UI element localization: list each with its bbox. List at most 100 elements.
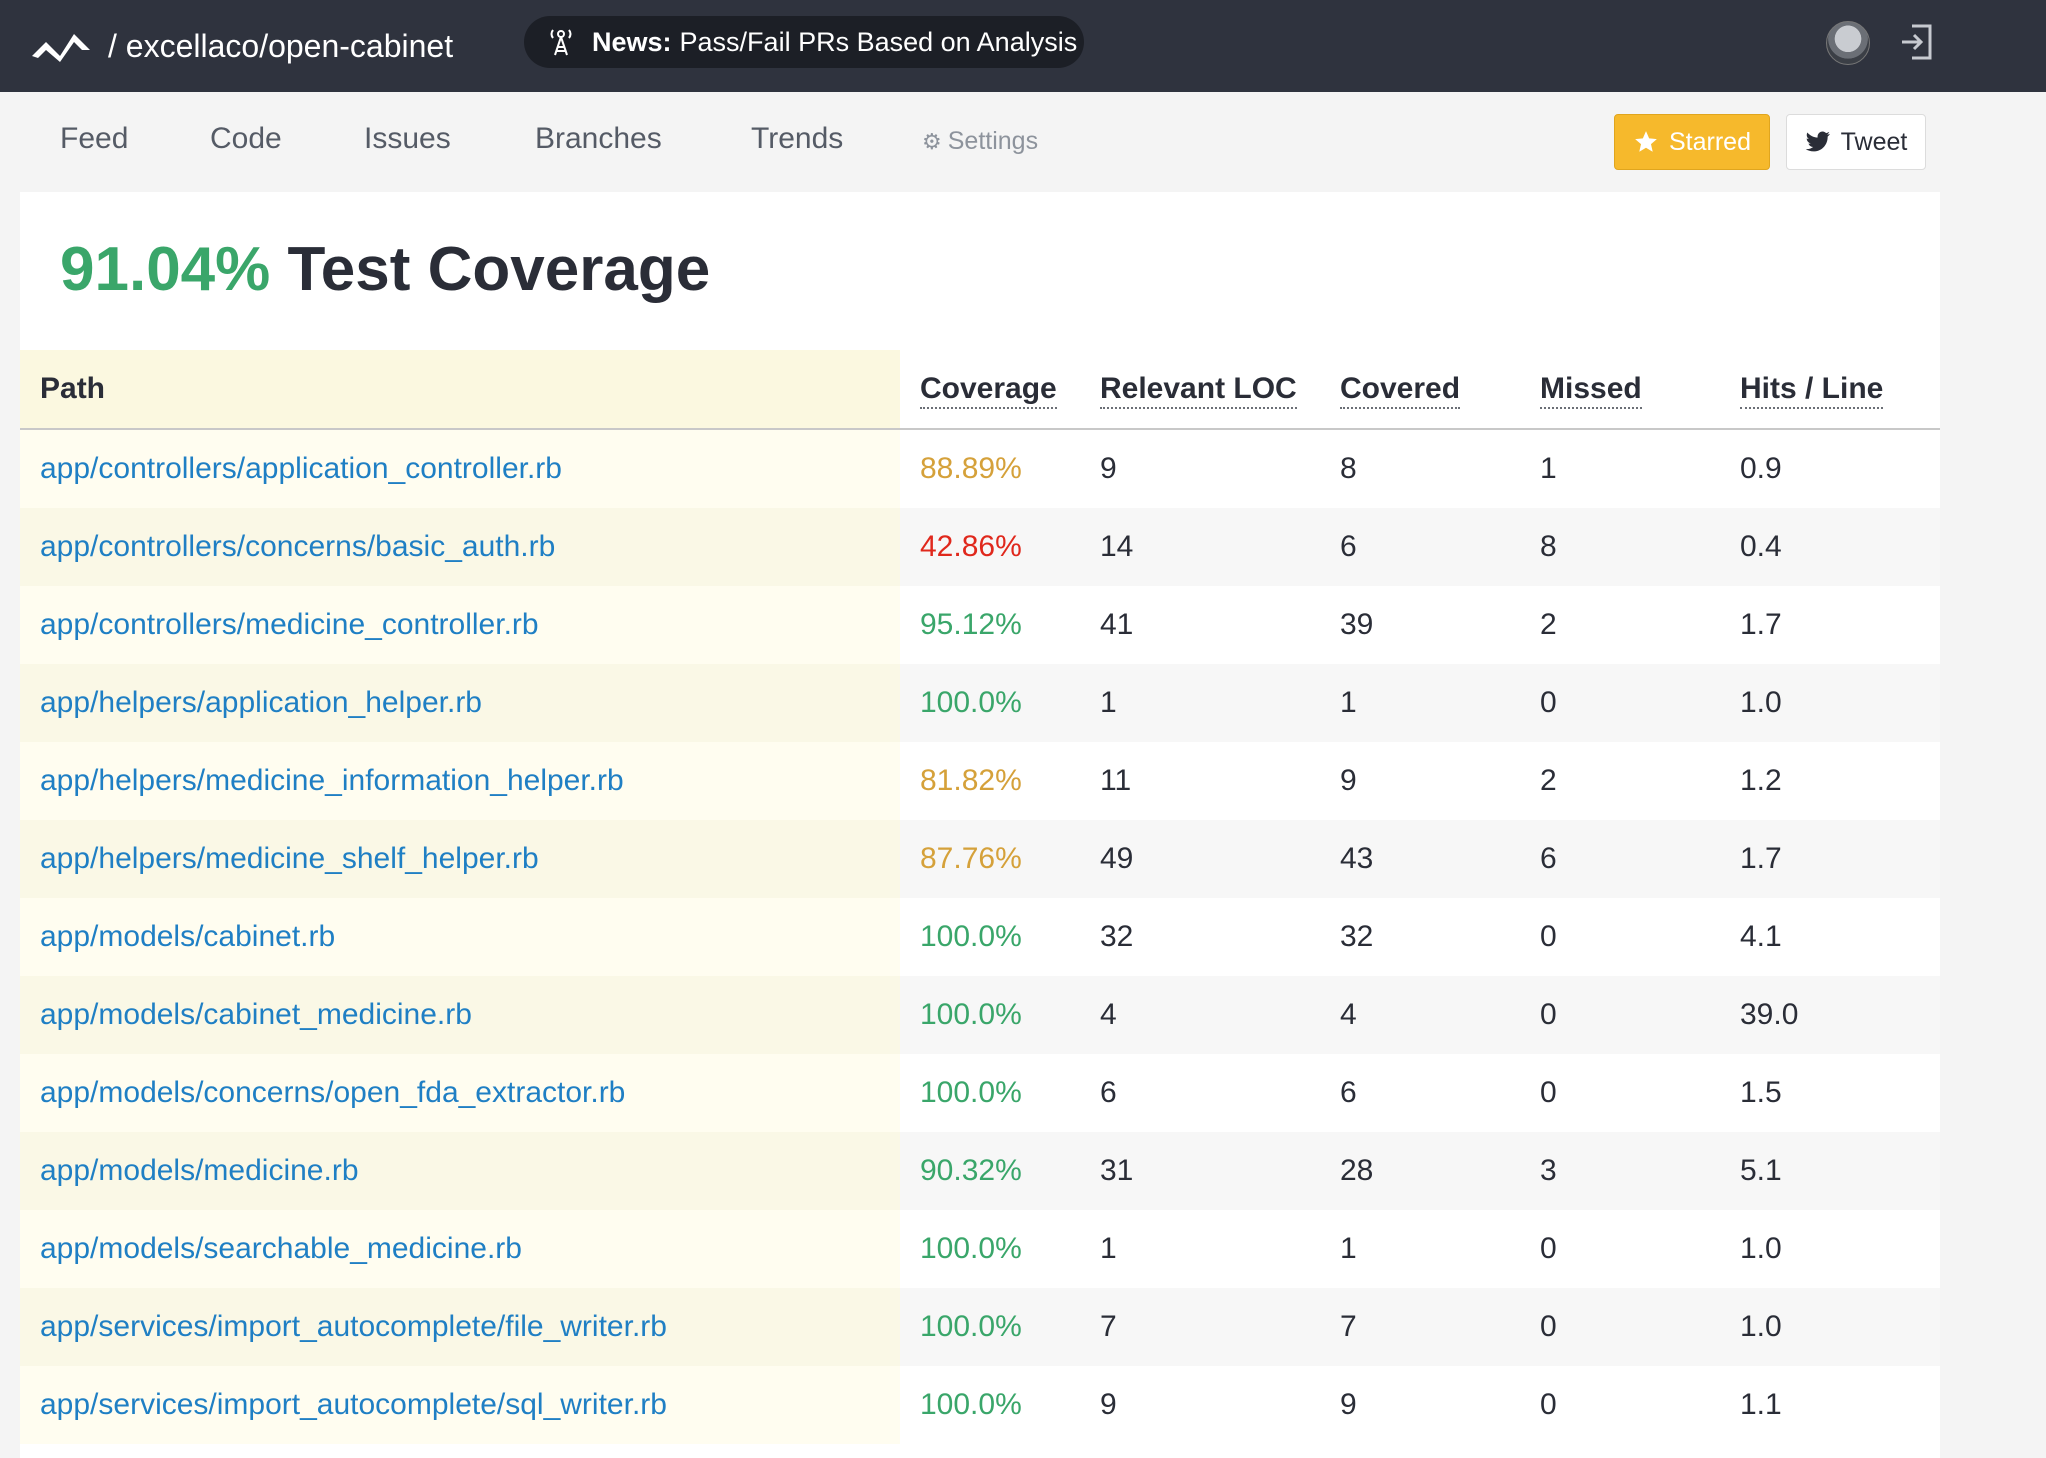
coverage-cell: 100.0% bbox=[900, 1288, 1100, 1366]
coverage-cell: 100.0% bbox=[900, 898, 1100, 976]
file-path-cell: app/controllers/concerns/basic_auth.rb bbox=[20, 508, 900, 586]
covered-cell: 28 bbox=[1340, 1132, 1540, 1210]
file-path-link[interactable]: app/models/cabinet.rb bbox=[40, 920, 335, 953]
file-path-link[interactable]: app/helpers/medicine_information_helper.… bbox=[40, 764, 624, 797]
missed-cell: 8 bbox=[1540, 508, 1740, 586]
file-path-cell: app/services/import_autocomplete/sql_wri… bbox=[20, 1366, 900, 1444]
coverage-cell: 81.82% bbox=[900, 742, 1100, 820]
hits-per-line-cell: 5.1 bbox=[1740, 1132, 1940, 1210]
relevant-loc-cell: 41 bbox=[1100, 586, 1340, 664]
file-path-link[interactable]: app/services/import_autocomplete/file_wr… bbox=[40, 1310, 667, 1343]
relevant-loc-cell: 49 bbox=[1100, 820, 1340, 898]
file-path-cell: app/models/cabinet.rb bbox=[20, 898, 900, 976]
column-header-coverage[interactable]: Coverage bbox=[900, 350, 1100, 430]
relevant-loc-cell: 11 bbox=[1100, 742, 1340, 820]
file-path-link[interactable]: app/controllers/medicine_controller.rb bbox=[40, 608, 539, 641]
table-row: app/models/medicine.rb 90.32% 31 28 3 5.1 bbox=[20, 1132, 1940, 1210]
covered-cell: 43 bbox=[1340, 820, 1540, 898]
nav-branches[interactable]: Branches bbox=[535, 122, 662, 156]
file-path-cell: app/models/cabinet_medicine.rb bbox=[20, 976, 900, 1054]
relevant-loc-cell: 32 bbox=[1100, 898, 1340, 976]
hits-per-line-cell: 1.0 bbox=[1740, 1288, 1940, 1366]
file-path-link[interactable]: app/models/cabinet_medicine.rb bbox=[40, 998, 472, 1031]
nav-settings[interactable]: ⚙ Settings bbox=[922, 127, 1038, 156]
sign-in-icon[interactable] bbox=[1898, 22, 1934, 62]
missed-cell: 6 bbox=[1540, 820, 1740, 898]
file-path-link[interactable]: app/services/import_autocomplete/sql_wri… bbox=[40, 1388, 667, 1421]
column-header-hits-per-line[interactable]: Hits / Line bbox=[1740, 350, 1940, 430]
user-avatar[interactable] bbox=[1826, 21, 1870, 65]
covered-cell: 6 bbox=[1340, 1054, 1540, 1132]
tower-icon bbox=[550, 29, 572, 56]
covered-cell: 1 bbox=[1340, 1210, 1540, 1288]
news-label: News: bbox=[592, 26, 672, 57]
twitter-bird-icon bbox=[1805, 131, 1830, 152]
covered-cell: 1 bbox=[1340, 664, 1540, 742]
gear-icon: ⚙ bbox=[922, 129, 942, 154]
nav-code[interactable]: Code bbox=[210, 122, 282, 156]
relevant-loc-cell: 31 bbox=[1100, 1132, 1340, 1210]
tweet-button[interactable]: Tweet bbox=[1786, 114, 1926, 170]
nav-issues[interactable]: Issues bbox=[364, 122, 451, 156]
relevant-loc-cell: 1 bbox=[1100, 1210, 1340, 1288]
file-path-link[interactable]: app/controllers/concerns/basic_auth.rb bbox=[40, 530, 555, 563]
covered-cell: 8 bbox=[1340, 429, 1540, 508]
file-path-link[interactable]: app/models/searchable_medicine.rb bbox=[40, 1232, 522, 1265]
hits-per-line-cell: 0.4 bbox=[1740, 508, 1940, 586]
nav-trends[interactable]: Trends bbox=[751, 122, 843, 156]
relevant-loc-cell: 9 bbox=[1100, 1366, 1340, 1444]
coverage-title: Test Coverage bbox=[287, 235, 711, 304]
missed-cell: 0 bbox=[1540, 1210, 1740, 1288]
coverage-cell: 88.89% bbox=[900, 429, 1100, 508]
file-path-link[interactable]: app/models/medicine.rb bbox=[40, 1154, 359, 1187]
file-path-link[interactable]: app/helpers/application_helper.rb bbox=[40, 686, 482, 719]
table-row: app/controllers/application_controller.r… bbox=[20, 429, 1940, 508]
coverage-cell: 100.0% bbox=[900, 976, 1100, 1054]
column-header-relevant-loc[interactable]: Relevant LOC bbox=[1100, 350, 1340, 430]
coverage-panel: 91.04% Test Coverage Path Coverage Relev… bbox=[20, 192, 1940, 1458]
hits-per-line-cell: 1.2 bbox=[1740, 742, 1940, 820]
repo-breadcrumb[interactable]: / excellaco/open-cabinet bbox=[108, 20, 453, 72]
file-path-cell: app/helpers/application_helper.rb bbox=[20, 664, 900, 742]
file-path-link[interactable]: app/models/concerns/open_fda_extractor.r… bbox=[40, 1076, 625, 1109]
file-path-link[interactable]: app/controllers/application_controller.r… bbox=[40, 452, 562, 485]
starred-label: Starred bbox=[1669, 127, 1751, 156]
file-path-cell: app/controllers/application_controller.r… bbox=[20, 429, 900, 508]
covered-cell: 32 bbox=[1340, 898, 1540, 976]
relevant-loc-cell: 1 bbox=[1100, 664, 1340, 742]
coverage-cell: 87.76% bbox=[900, 820, 1100, 898]
missed-cell: 0 bbox=[1540, 664, 1740, 742]
covered-cell: 6 bbox=[1340, 508, 1540, 586]
news-banner[interactable]: News: Pass/Fail PRs Based on Analysis bbox=[524, 16, 1084, 68]
top-bar: / excellaco/open-cabinet News: Pass/Fail… bbox=[0, 0, 2046, 92]
hits-per-line-cell: 1.0 bbox=[1740, 1210, 1940, 1288]
hits-per-line-cell: 0.9 bbox=[1740, 429, 1940, 508]
nav-feed[interactable]: Feed bbox=[60, 122, 128, 156]
missed-cell: 0 bbox=[1540, 1366, 1740, 1444]
table-row: app/controllers/concerns/basic_auth.rb 42… bbox=[20, 508, 1940, 586]
coverage-cell: 100.0% bbox=[900, 1366, 1100, 1444]
table-row: app/helpers/medicine_information_helper.… bbox=[20, 742, 1940, 820]
covered-cell: 39 bbox=[1340, 586, 1540, 664]
covered-cell: 9 bbox=[1340, 742, 1540, 820]
codeclimate-logo-icon[interactable] bbox=[30, 26, 92, 62]
tweet-label: Tweet bbox=[1840, 127, 1908, 156]
missed-cell: 0 bbox=[1540, 1288, 1740, 1366]
missed-cell: 0 bbox=[1540, 898, 1740, 976]
starred-button[interactable]: Starred bbox=[1614, 114, 1770, 170]
coverage-cell: 100.0% bbox=[900, 664, 1100, 742]
file-path-link[interactable]: app/helpers/medicine_shelf_helper.rb bbox=[40, 842, 539, 875]
column-header-missed[interactable]: Missed bbox=[1540, 350, 1740, 430]
file-path-cell: app/controllers/medicine_controller.rb bbox=[20, 586, 900, 664]
table-row: app/models/concerns/open_fda_extractor.r… bbox=[20, 1054, 1940, 1132]
missed-cell: 2 bbox=[1540, 586, 1740, 664]
table-header-row: Path Coverage Relevant LOC Covered Misse… bbox=[20, 350, 1940, 430]
table-row: app/helpers/application_helper.rb 100.0% 1… bbox=[20, 664, 1940, 742]
table-row: app/helpers/medicine_shelf_helper.rb 87.7… bbox=[20, 820, 1940, 898]
table-row: app/controllers/medicine_controller.rb 95… bbox=[20, 586, 1940, 664]
coverage-cell: 42.86% bbox=[900, 508, 1100, 586]
coverage-table: Path Coverage Relevant LOC Covered Misse… bbox=[20, 350, 1940, 1444]
relevant-loc-cell: 14 bbox=[1100, 508, 1340, 586]
column-header-covered[interactable]: Covered bbox=[1340, 350, 1540, 430]
relevant-loc-cell: 7 bbox=[1100, 1288, 1340, 1366]
